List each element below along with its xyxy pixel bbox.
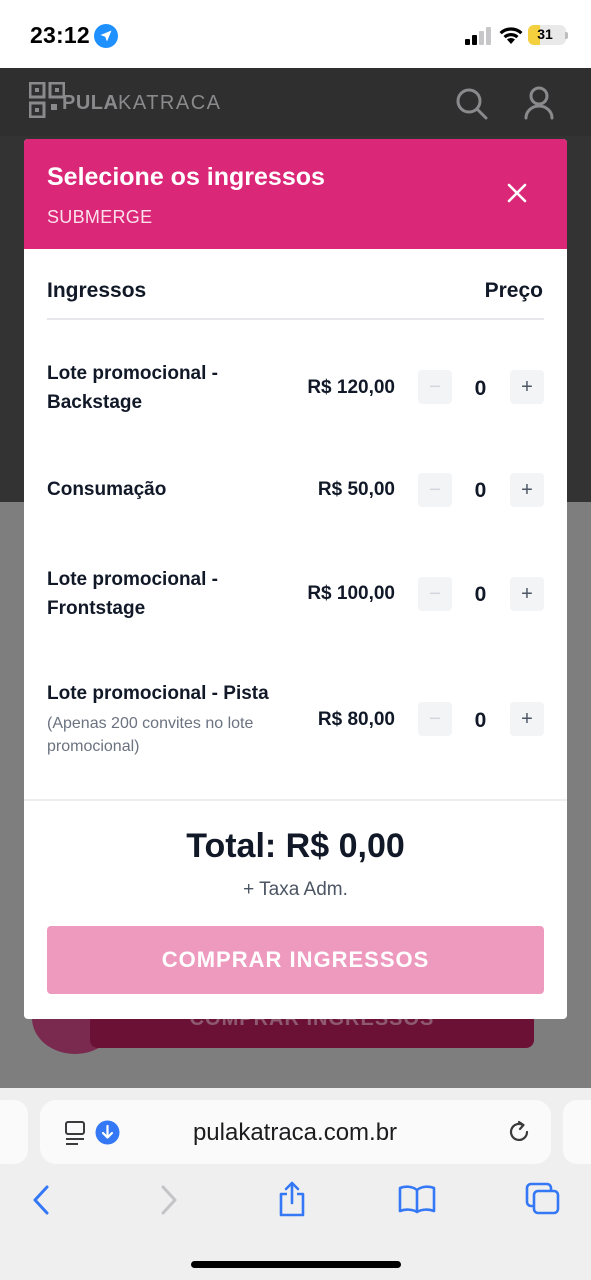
buy-tickets-button[interactable]: COMPRAR INGRESSOS: [47, 926, 544, 994]
column-header-price: Preço: [484, 279, 543, 302]
ticket-name: Lote promocional - Frontstage: [47, 569, 218, 619]
ticket-row: Lote promocional - Pista (Apenas 200 con…: [24, 679, 567, 769]
logo-text-bold: PULA: [62, 92, 119, 114]
increase-quantity-button[interactable]: +: [510, 473, 544, 507]
forward-icon[interactable]: [158, 1184, 180, 1216]
ticket-modal: Selecione os ingressos SUBMERGE Ingresso…: [24, 139, 567, 1019]
user-icon[interactable]: [523, 86, 555, 120]
cellular-signal-icon: [465, 27, 491, 45]
close-icon[interactable]: [505, 181, 529, 205]
ticket-row: Consumação R$ 50,00 − 0 +: [24, 473, 567, 515]
battery-tip: [565, 32, 568, 39]
status-time: 23:12: [30, 22, 90, 48]
increase-quantity-button[interactable]: +: [510, 370, 544, 404]
column-header-tickets: Ingressos: [47, 279, 147, 302]
quantity-value: 0: [474, 709, 487, 732]
ticket-note: (Apenas 200 convites no lote promocional…: [47, 715, 254, 755]
download-icon[interactable]: [95, 1120, 120, 1145]
increase-quantity-button[interactable]: +: [510, 702, 544, 736]
ticket-price: R$ 50,00: [317, 479, 395, 500]
footer-divider: [24, 799, 567, 801]
ticket-row: Lote promocional - Frontstage R$ 100,00 …: [24, 565, 567, 635]
decrease-quantity-button[interactable]: −: [418, 577, 452, 611]
modal-header: Selecione os ingressos SUBMERGE: [24, 139, 567, 249]
status-bar: 23:12 31: [0, 0, 591, 68]
ticket-name: Consumação: [47, 479, 167, 500]
quantity-value: 0: [474, 479, 487, 502]
tabs-icon[interactable]: [525, 1182, 561, 1216]
ticket-name: Lote promocional - Pista: [47, 683, 269, 704]
increase-quantity-button[interactable]: +: [510, 577, 544, 611]
battery-percentage: 31: [537, 26, 553, 42]
buy-tickets-label: COMPRAR INGRESSOS: [161, 947, 430, 972]
location-arrow-icon: [94, 24, 118, 48]
battery-indicator: 31: [528, 25, 566, 45]
logo-qr-icon: [29, 82, 65, 118]
bookmarks-icon[interactable]: [398, 1184, 436, 1214]
url-text[interactable]: pulakatraca.com.br: [120, 1119, 470, 1147]
decrease-quantity-button[interactable]: −: [418, 370, 452, 404]
next-tab-preview[interactable]: [563, 1100, 591, 1164]
ticket-row: Lote promocional - Backstage R$ 120,00 −…: [24, 359, 567, 459]
admin-fee-note: + Taxa Adm.: [243, 879, 348, 900]
header-divider: [47, 318, 544, 320]
quantity-value: 0: [474, 583, 487, 606]
event-name: SUBMERGE: [47, 207, 153, 227]
home-indicator: [191, 1261, 401, 1268]
previous-tab-preview[interactable]: [0, 1100, 28, 1164]
page-menu-icon[interactable]: [64, 1120, 88, 1146]
back-icon[interactable]: [30, 1184, 52, 1216]
decrease-quantity-button[interactable]: −: [418, 473, 452, 507]
ticket-price: R$ 120,00: [307, 377, 395, 398]
logo-text-light: KATRACA: [118, 92, 222, 114]
quantity-value: 0: [474, 377, 487, 400]
wifi-icon: [499, 27, 523, 44]
ticket-name: Lote promocional - Backstage: [47, 363, 218, 413]
ticket-price: R$ 80,00: [317, 709, 395, 730]
order-total: Total: R$ 0,00: [186, 827, 405, 865]
ticket-price: R$ 100,00: [307, 583, 395, 604]
search-icon[interactable]: [454, 86, 488, 120]
reload-icon[interactable]: [506, 1119, 532, 1145]
share-icon[interactable]: [277, 1180, 307, 1218]
decrease-quantity-button[interactable]: −: [418, 702, 452, 736]
modal-title: Selecione os ingressos: [47, 163, 325, 191]
